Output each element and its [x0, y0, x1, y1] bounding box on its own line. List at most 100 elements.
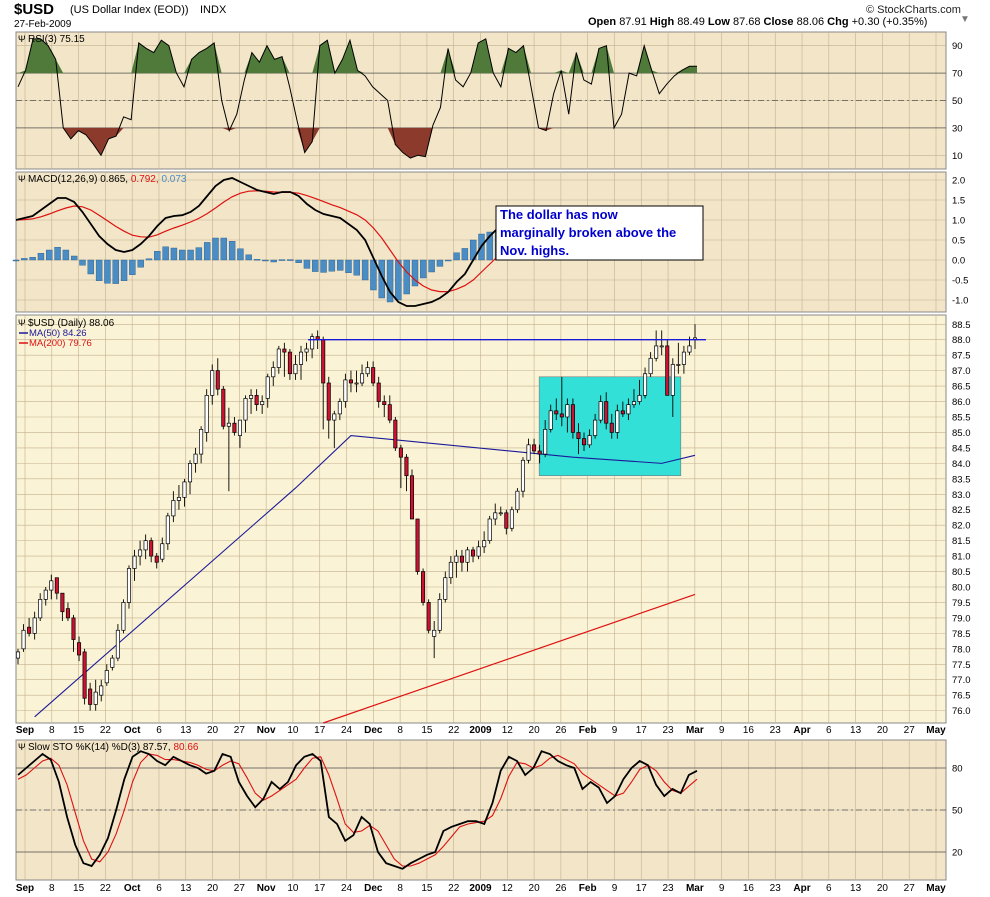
candle-body: [676, 364, 681, 366]
candle-body: [382, 401, 387, 405]
macd-histogram-bar: [212, 237, 219, 261]
x-axis-label: Nov: [257, 725, 276, 736]
macd-histogram-bar: [336, 259, 344, 271]
macd-histogram-bar: [195, 247, 203, 261]
candle-body: [471, 549, 476, 557]
x-axis-label: 9: [612, 883, 618, 894]
x-axis-label: 13: [180, 725, 192, 736]
candle-body: [593, 419, 598, 436]
candle-body: [49, 580, 54, 591]
x-axis-label: 27: [234, 725, 246, 736]
x-axis-label: 22: [448, 883, 460, 894]
candle-body: [398, 447, 403, 458]
x-axis-label: 12: [502, 883, 514, 894]
macd-y-tick: -1.0: [952, 296, 968, 307]
annotation-text: The dollar has now: [500, 207, 619, 222]
rsi-legend-icon: Ψ: [18, 34, 26, 44]
candle-body: [188, 463, 193, 483]
x-axis-label: 24: [341, 883, 353, 894]
x-axis-label: 13: [850, 725, 862, 736]
x-axis-label: 23: [662, 883, 674, 894]
macd-histogram-bar: [328, 259, 336, 272]
candle-body: [654, 345, 659, 359]
x-axis-label: 16: [743, 883, 755, 894]
candle-body: [365, 367, 370, 375]
candle-body: [143, 540, 148, 551]
sto-legend-prefix: Slow STO %K(14) %D(3): [28, 742, 143, 753]
candle-body: [459, 555, 464, 563]
x-axis-label: Oct: [124, 725, 141, 736]
x-axis-label: 9: [719, 725, 725, 736]
x-axis-label: Apr: [793, 883, 810, 894]
candle-body: [82, 651, 87, 699]
candle-body: [537, 450, 542, 455]
x-axis-label: Sep: [16, 883, 34, 894]
ma200-legend: MA(200) 79.76: [29, 338, 92, 349]
candle-body: [582, 438, 587, 446]
candle-body: [448, 561, 453, 579]
candle-body: [60, 592, 65, 613]
candle-body: [409, 475, 415, 520]
macd-histogram-bar: [12, 259, 20, 262]
macd-y-tick: 2.0: [952, 176, 965, 187]
x-axis-label: 15: [73, 725, 85, 736]
candle-body: [437, 599, 442, 631]
candle-body: [310, 336, 315, 350]
rsi-legend: RSI(3) 75.15: [28, 34, 85, 45]
macd-histogram-bar: [179, 249, 186, 261]
macd-histogram-bar: [129, 259, 136, 276]
candle-body: [276, 348, 281, 368]
candle-body: [532, 444, 537, 452]
macd-histogram-bar: [62, 249, 70, 261]
candle-body: [354, 382, 359, 385]
sto-legend-icon: Ψ: [18, 742, 26, 752]
x-axis-label: 23: [662, 725, 674, 736]
candle-body: [598, 401, 603, 421]
sto-legend-value: 87.57,: [143, 742, 174, 753]
macd-histogram-bar: [37, 252, 45, 261]
price-y-tick: 81.0: [952, 552, 971, 563]
candle-body: [54, 577, 59, 594]
x-axis-label: 6: [156, 883, 162, 894]
rsi-y-tick: 90: [952, 41, 963, 52]
x-axis-label: 6: [826, 883, 832, 894]
candle-body: [637, 395, 642, 402]
candle-body: [559, 413, 564, 418]
price-y-tick: 84.0: [952, 459, 971, 470]
candle-body: [504, 512, 509, 529]
macd-legend: MACD(12,26,9) 0.865, 0.792, 0.073: [28, 174, 187, 185]
sto-legend: Slow STO %K(14) %D(3) 87.57, 80.66: [28, 742, 199, 753]
candle-body: [221, 388, 226, 427]
x-axis-label: 2009: [469, 883, 492, 894]
x-axis-label: 17: [314, 883, 326, 894]
price-y-tick: 76.5: [952, 691, 971, 702]
x-axis-label: Feb: [579, 883, 597, 894]
macd-histogram-bar: [46, 249, 53, 261]
macd-histogram-bar: [320, 259, 327, 273]
candle-body: [132, 555, 137, 569]
candle-body: [138, 549, 143, 557]
macd-histogram-bar: [237, 248, 244, 261]
panel-bg-2: [15, 314, 947, 724]
price-y-tick: 87.0: [952, 366, 971, 377]
candle-body: [487, 518, 492, 541]
x-axis-label: 22: [448, 725, 460, 736]
x-axis-label: 9: [612, 725, 618, 736]
x-axis-label: 24: [341, 725, 353, 736]
macd-histogram-bar: [403, 259, 410, 295]
candle-body: [93, 691, 98, 705]
price-y-tick: 76.0: [952, 706, 971, 717]
macd-histogram-bar: [436, 259, 444, 267]
macd-y-tick: 0.5: [952, 236, 965, 247]
candle-body: [232, 422, 237, 433]
candle-body: [165, 515, 170, 545]
candle-body: [681, 351, 686, 365]
x-axis-label: 10: [287, 725, 299, 736]
x-axis-label: Dec: [364, 883, 383, 894]
candle-body: [620, 410, 625, 415]
chart-canvas: 9070503010Ψ RSI(3) 75.152.01.51.00.50.0-0…: [12, 31, 971, 894]
macd-histogram-bar: [154, 250, 161, 261]
candle-body: [199, 429, 204, 455]
candle-body: [609, 422, 614, 433]
x-axis-label: Feb: [579, 725, 597, 736]
